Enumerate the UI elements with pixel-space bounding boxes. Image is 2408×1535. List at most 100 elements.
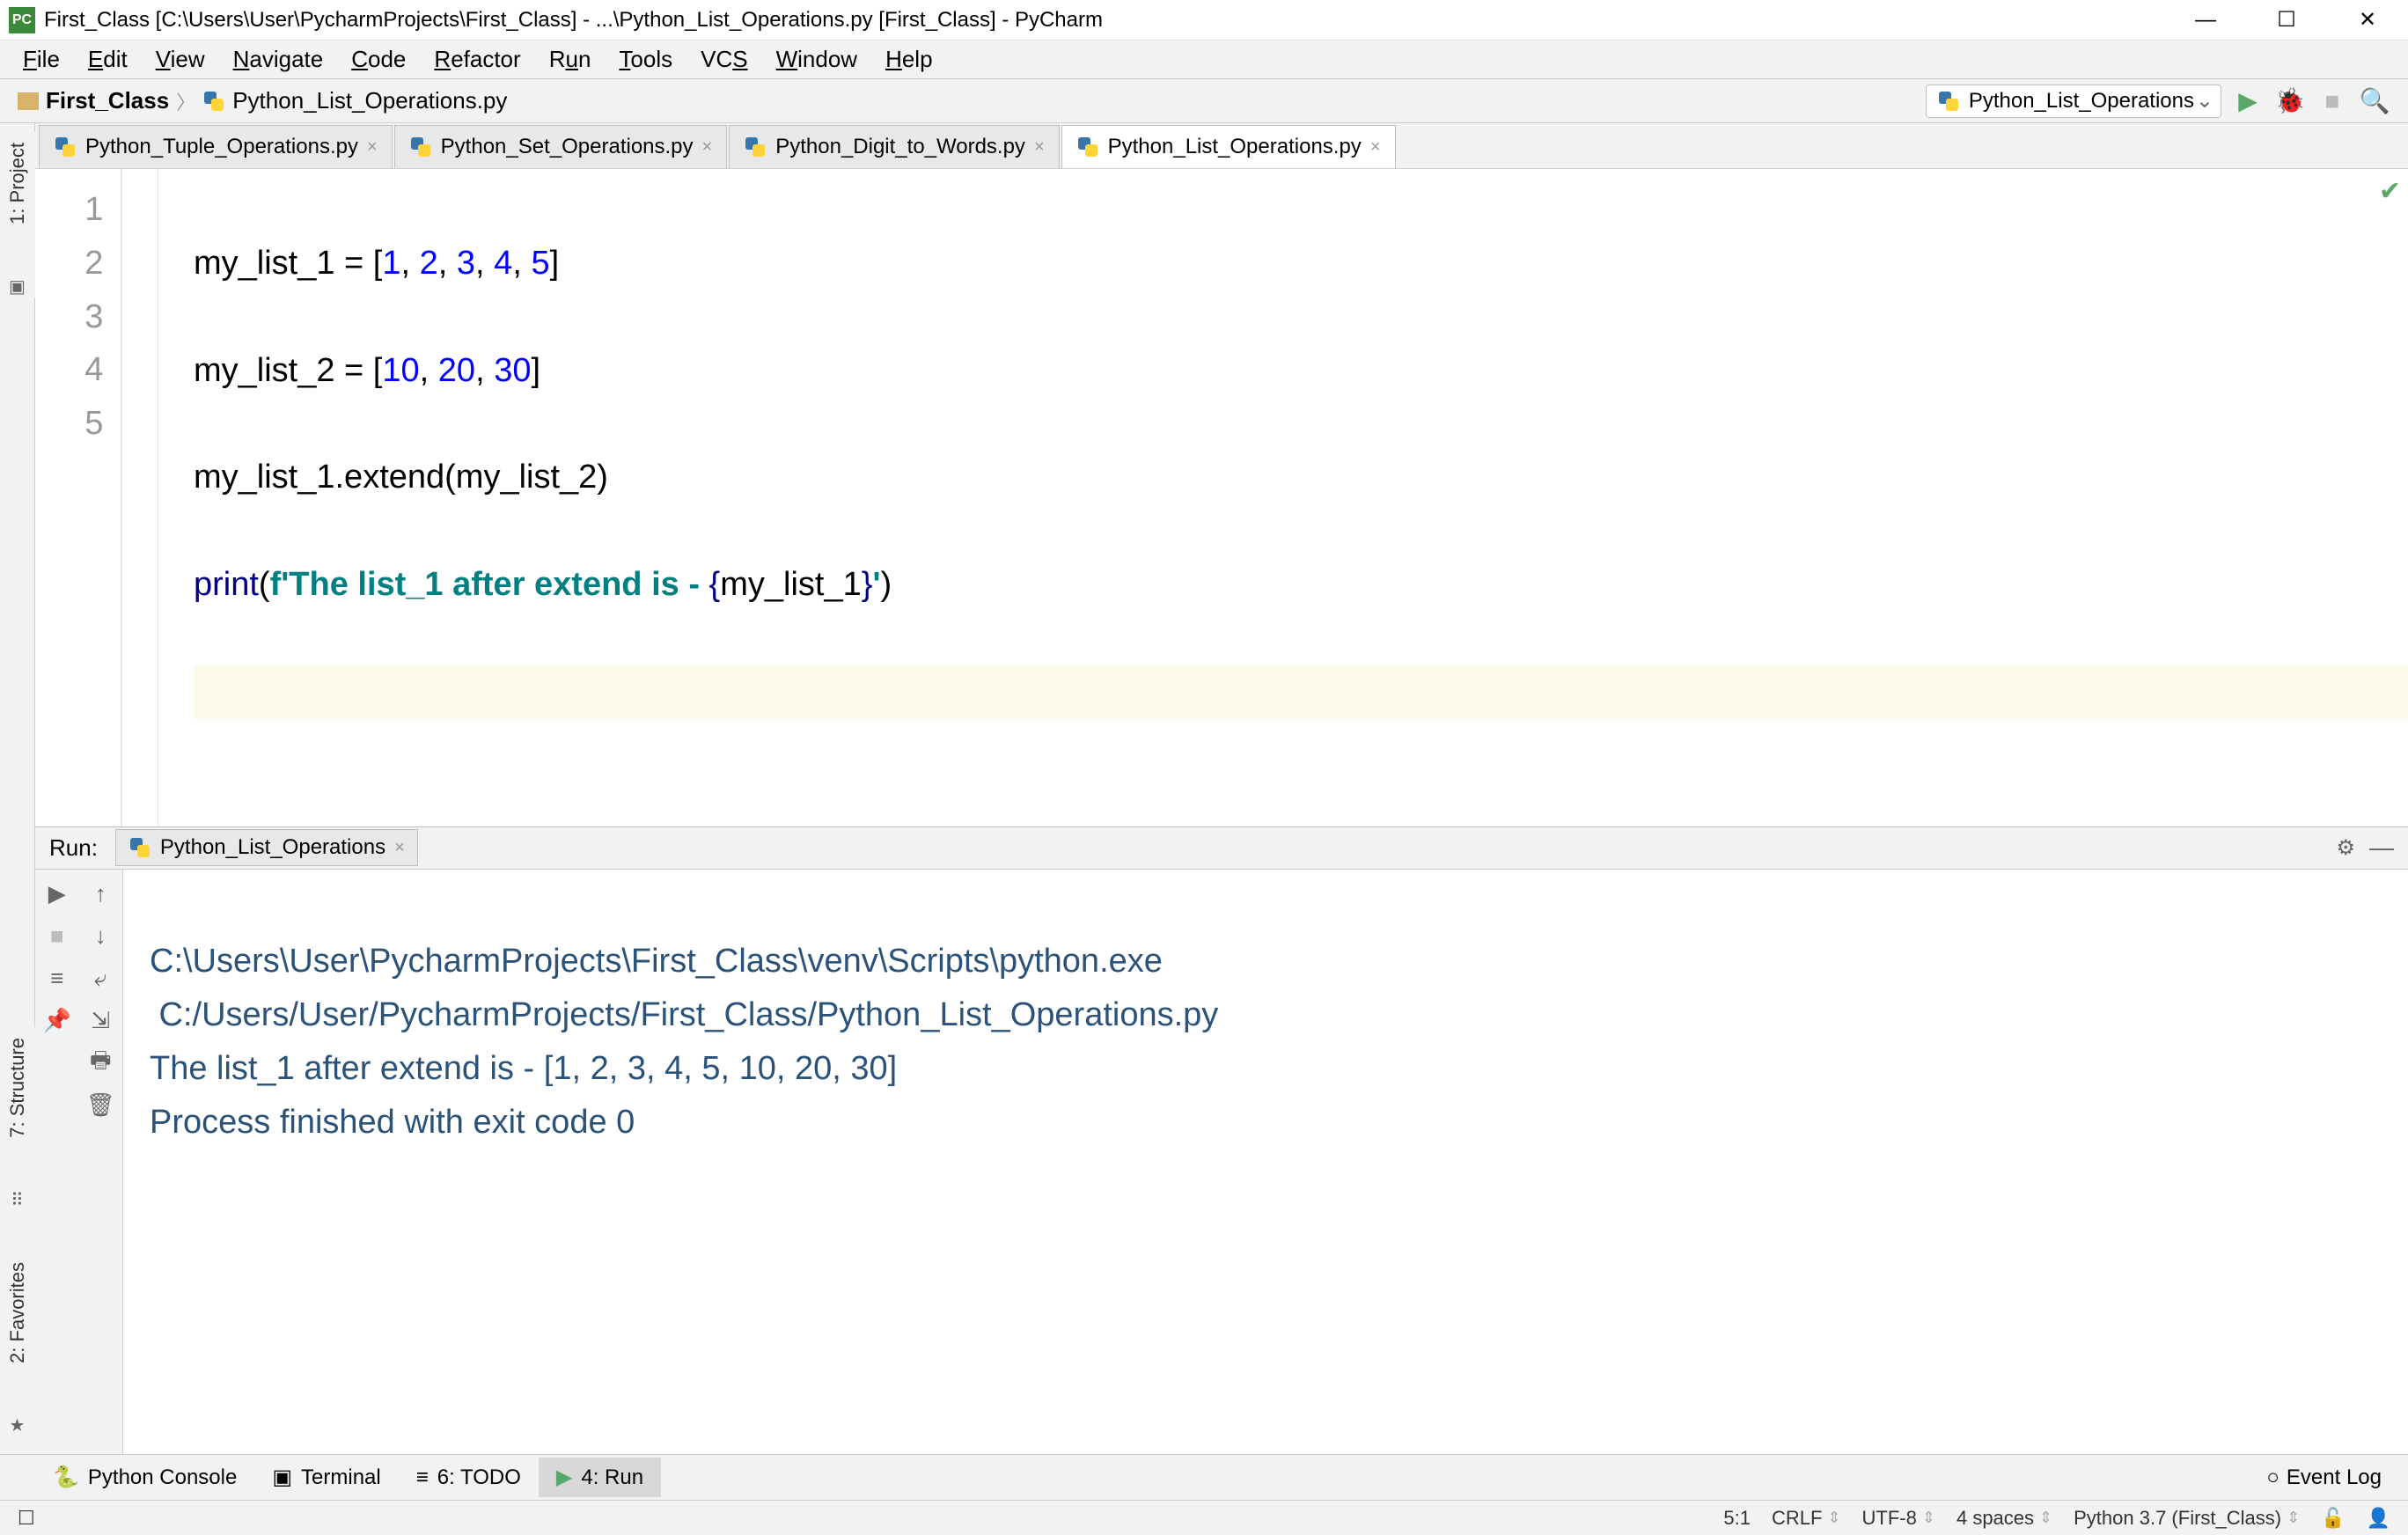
hide-panel-icon[interactable]: —: [2369, 834, 2394, 862]
menu-vcs[interactable]: VCS: [686, 46, 761, 73]
stop-button[interactable]: ■: [2316, 85, 2348, 117]
tab-label: Python_List_Operations.py: [1108, 135, 1362, 159]
python-console-icon: 🐍: [53, 1465, 79, 1490]
interpreter[interactable]: Python 3.7 (First_Class)⇕: [2074, 1507, 2300, 1530]
layout-icon[interactable]: ≡: [41, 963, 73, 995]
maximize-button[interactable]: ☐: [2246, 0, 2327, 40]
up-icon[interactable]: ↑: [84, 878, 116, 910]
menu-tools[interactable]: Tools: [605, 46, 686, 73]
lock-icon[interactable]: 🔓: [2321, 1507, 2345, 1530]
event-log-icon: ○: [2266, 1465, 2280, 1490]
run-config-name: Python_List_Operations: [1969, 89, 2194, 114]
menu-help[interactable]: Help: [871, 46, 946, 73]
editor-tab-digit[interactable]: Python_Digit_to_Words.py ×: [729, 125, 1059, 168]
python-file-icon: [54, 136, 77, 158]
stop-run-button[interactable]: ■: [41, 921, 73, 952]
menu-file[interactable]: File: [9, 46, 74, 73]
run-tab[interactable]: Python_List_Operations ×: [115, 829, 418, 866]
close-icon[interactable]: ×: [1034, 137, 1045, 158]
status-icon[interactable]: ☐: [18, 1507, 35, 1530]
run-icon: ▶: [556, 1465, 572, 1490]
menu-edit[interactable]: Edit: [74, 46, 142, 73]
run-button[interactable]: ▶: [2232, 85, 2264, 117]
menu-run[interactable]: Run: [535, 46, 606, 73]
sidebar-favorites-tab[interactable]: 2: Favorites: [6, 1255, 29, 1370]
todo-icon: ≡: [416, 1465, 429, 1490]
event-log-button[interactable]: ○ Event Log: [2266, 1465, 2408, 1490]
bottom-tab-terminal[interactable]: ▣ Terminal: [254, 1458, 398, 1497]
menu-refactor[interactable]: Refactor: [420, 46, 534, 73]
tab-label: Python_Tuple_Operations.py: [85, 135, 358, 159]
breadcrumb-file[interactable]: Python_List_Operations.py: [232, 87, 507, 114]
menu-navigate[interactable]: Navigate: [219, 46, 338, 73]
trash-icon[interactable]: 🗑: [84, 1090, 116, 1121]
folder-icon: [18, 92, 39, 110]
editor[interactable]: 1 2 3 4 5 my_list_1 = [1, 2, 3, 4, 5] my…: [35, 169, 2408, 826]
editor-tabs: Python_Tuple_Operations.py × Python_Set_…: [35, 123, 2408, 169]
encoding[interactable]: UTF-8⇕: [1862, 1507, 1935, 1530]
menubar: File Edit View Navigate Code Refactor Ru…: [0, 40, 2408, 79]
terminal-icon: ▣: [272, 1465, 292, 1490]
bottom-tab-python-console[interactable]: 🐍 Python Console: [35, 1458, 254, 1497]
menu-view[interactable]: View: [142, 46, 219, 73]
close-icon[interactable]: ×: [367, 137, 378, 158]
tab-label: Python_Set_Operations.py: [441, 135, 694, 159]
editor-tab-tuple[interactable]: Python_Tuple_Operations.py ×: [39, 125, 393, 168]
structure-icon: ⠿: [11, 1189, 24, 1211]
python-icon: [1937, 90, 1960, 113]
titlebar: PC First_Class [C:\Users\User\PycharmPro…: [0, 0, 2408, 40]
run-label: Run:: [49, 834, 98, 862]
sidebar-collapse-icon[interactable]: ▣: [9, 275, 26, 297]
console-output[interactable]: C:\Users\User\PycharmProjects\First_Clas…: [123, 870, 2408, 1454]
left-sidebar: 1: Project ▣ 7: Structure ⠿ 2: Favorites…: [0, 123, 35, 1454]
nav-toolbar: First_Class 〉 Python_List_Operations.py …: [0, 79, 2408, 123]
editor-tab-set[interactable]: Python_Set_Operations.py ×: [394, 125, 728, 168]
debug-button[interactable]: 🐞: [2274, 85, 2306, 117]
close-icon[interactable]: ×: [394, 838, 405, 858]
rerun-button[interactable]: ▶: [41, 878, 73, 910]
close-icon[interactable]: ×: [1370, 137, 1381, 158]
python-file-icon: [744, 136, 767, 158]
breadcrumb-project[interactable]: First_Class: [46, 87, 169, 114]
indent[interactable]: 4 spaces⇕: [1956, 1507, 2052, 1530]
sidebar-structure-tab[interactable]: 7: Structure: [6, 1031, 29, 1145]
window-title: First_Class [C:\Users\User\PycharmProjec…: [44, 8, 2165, 33]
sidebar-project-tab[interactable]: 1: Project: [6, 136, 29, 231]
inspection-ok-icon[interactable]: ✔: [2379, 176, 2401, 207]
bottom-tool-tabs: 🐍 Python Console ▣ Terminal ≡ 6: TODO ▶ …: [0, 1454, 2408, 1500]
breadcrumb: First_Class 〉 Python_List_Operations.py: [0, 87, 1926, 115]
run-tab-name: Python_List_Operations: [160, 835, 385, 860]
minimize-button[interactable]: —: [2165, 0, 2246, 40]
close-button[interactable]: ✕: [2327, 0, 2408, 40]
search-button[interactable]: 🔍: [2359, 85, 2390, 117]
python-file-icon: [202, 90, 225, 113]
down-icon[interactable]: ↓: [84, 921, 116, 952]
python-icon: [128, 836, 151, 859]
statusbar: ☐ 5:1 CRLF⇕ UTF-8⇕ 4 spaces⇕ Python 3.7 …: [0, 1500, 2408, 1535]
pycharm-icon: PC: [9, 7, 35, 33]
bottom-tab-run[interactable]: ▶ 4: Run: [539, 1458, 661, 1497]
menu-code[interactable]: Code: [337, 46, 420, 73]
line-numbers: 1 2 3 4 5: [35, 169, 122, 826]
code-area[interactable]: my_list_1 = [1, 2, 3, 4, 5] my_list_2 = …: [158, 169, 2408, 826]
print-icon[interactable]: 🖶: [84, 1047, 116, 1079]
editor-tab-list[interactable]: Python_List_Operations.py ×: [1061, 125, 1396, 168]
python-file-icon: [1076, 136, 1099, 158]
tab-label: Python_Digit_to_Words.py: [775, 135, 1025, 159]
run-config-selector[interactable]: Python_List_Operations: [1926, 84, 2221, 118]
settings-icon[interactable]: ⚙: [2336, 835, 2355, 861]
menu-window[interactable]: Window: [762, 46, 871, 73]
cursor-position[interactable]: 5:1: [1723, 1507, 1751, 1530]
line-separator[interactable]: CRLF⇕: [1772, 1507, 1841, 1530]
breadcrumb-sep: 〉: [176, 87, 195, 115]
pin-icon[interactable]: 📌: [41, 1005, 73, 1037]
inspector-icon[interactable]: 👤: [2367, 1507, 2390, 1530]
star-icon: ★: [10, 1414, 26, 1436]
run-panel: Run: Python_List_Operations × ⚙ — ▶ ■: [35, 826, 2408, 1454]
python-file-icon: [409, 136, 432, 158]
run-toolbar: ▶ ■ ≡ 📌 ↑ ↓ ⤶ ⇲ 🖶 🗑: [35, 870, 123, 1454]
scroll-icon[interactable]: ⇲: [84, 1005, 116, 1037]
close-icon[interactable]: ×: [702, 137, 713, 158]
bottom-tab-todo[interactable]: ≡ 6: TODO: [399, 1458, 539, 1497]
wrap-icon[interactable]: ⤶: [84, 963, 116, 995]
